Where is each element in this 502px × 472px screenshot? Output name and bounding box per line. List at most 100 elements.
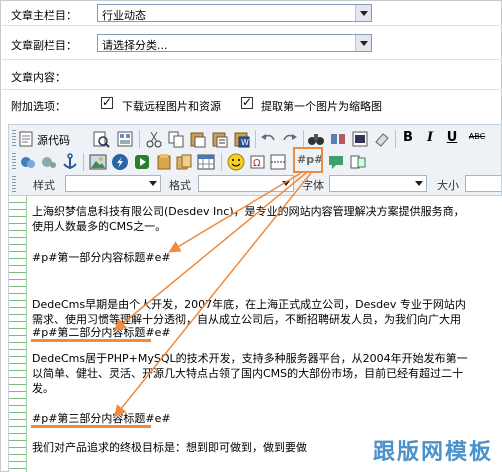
- section-heading-2: #p#第二部分内容标题#e#: [32, 326, 171, 339]
- content-row: 文章内容：: [2, 60, 502, 90]
- paragraph-3-line-1: DedeCms居于PHP+MySQL的技术开发，支持多种服务器平台，从2004年…: [32, 352, 468, 365]
- cut-icon: [146, 131, 162, 148]
- strikethrough-button[interactable]: ABC: [465, 132, 489, 150]
- toolbar-grip: [12, 130, 16, 148]
- style-label: 样式: [33, 179, 55, 192]
- paste-text-button[interactable]: [211, 130, 229, 148]
- paragraph-3-line-2: 以简单、健壮、灵活、开源几大特点占领了国内CMS的大部份市场，目前已经有超过二十: [32, 367, 464, 380]
- watermark-logo: 跟版网模板: [372, 440, 493, 465]
- size-select[interactable]: [465, 175, 501, 192]
- toolbar-separator: [83, 153, 84, 171]
- toolbar-row-2: Ω #p#: [9, 150, 502, 174]
- multi-image-button[interactable]: [175, 153, 193, 171]
- templates-button[interactable]: [116, 130, 134, 148]
- special-char-button[interactable]: Ω: [249, 153, 267, 171]
- toolbar-separator: [303, 130, 304, 148]
- chevron-down-icon: [355, 5, 371, 21]
- paste-button[interactable]: [189, 130, 207, 148]
- main-column-select[interactable]: 行业动态: [97, 4, 372, 22]
- options-row: 附加选项： 下载远程图片和资源 提取第一个图片为缩略图: [2, 90, 502, 120]
- smiley-button[interactable]: [227, 153, 245, 171]
- select-all-button[interactable]: [351, 130, 369, 148]
- paste-text-icon: [212, 132, 228, 148]
- flash-button[interactable]: [111, 153, 129, 171]
- remove-format-button[interactable]: [373, 130, 391, 148]
- main-column-label: 文章主栏目：: [11, 9, 77, 22]
- code-button[interactable]: [349, 153, 367, 171]
- paragraph-4-line-1: 我们对产品追求的终极目标是：想到即可做到，做到要做: [32, 441, 307, 454]
- link-icon: [21, 157, 35, 168]
- svg-text:W: W: [241, 138, 249, 147]
- source-button[interactable]: 源代码: [19, 130, 77, 148]
- cut-button[interactable]: [145, 130, 163, 148]
- chevron-down-icon: [355, 35, 371, 51]
- undo-icon: [261, 134, 275, 141]
- attachment-icon: [157, 154, 171, 170]
- redo-button[interactable]: [281, 130, 299, 148]
- image-button[interactable]: [89, 153, 107, 171]
- media-button[interactable]: [133, 153, 151, 171]
- page-break-marker-button[interactable]: [269, 153, 287, 171]
- templates-icon: [117, 131, 133, 147]
- sub-column-select[interactable]: 请选择分类...: [97, 34, 372, 52]
- media-icon: [135, 155, 149, 169]
- section-heading-1: #p#第一部分内容标题#e#: [32, 251, 171, 264]
- quote-button[interactable]: [327, 153, 345, 171]
- copy-button[interactable]: [167, 130, 185, 148]
- paste-word-icon: W: [234, 132, 250, 148]
- extract-thumbnail-checkbox[interactable]: [241, 95, 253, 109]
- paragraph-1-line-2: 使用人数最多的CMS之一。: [32, 220, 167, 233]
- chevron-down-icon: [279, 176, 293, 191]
- toolbar-row-3: 样式 格式 字体 大小: [9, 173, 502, 197]
- size-label: 大小: [437, 179, 459, 192]
- page-break-icon: [270, 154, 286, 170]
- image-icon: [89, 154, 107, 170]
- preview-button[interactable]: [92, 130, 110, 148]
- flash-icon: [112, 154, 128, 170]
- font-select[interactable]: [329, 175, 427, 192]
- sub-column-row: 文章副栏目： 请选择分类...: [2, 26, 502, 60]
- editor-window: 文章主栏目： 行业动态 文章副栏目： 请选择分类... 文章内容： 附加选项： …: [0, 0, 502, 472]
- italic-button[interactable]: I: [421, 130, 439, 148]
- replace-button[interactable]: [329, 130, 347, 148]
- editor-content-area[interactable]: 上海织梦信息科技有限公司(Desdev Inc)，是专业的网站内容管理解决方案提…: [8, 196, 502, 472]
- options-label: 附加选项：: [11, 100, 66, 113]
- anchor-button[interactable]: [61, 153, 79, 171]
- paragraph-1-line-1: 上海织梦信息科技有限公司(Desdev Inc)，是专业的网站内容管理解决方案提…: [32, 205, 465, 218]
- editor-toolbar: 源代码 W B I U ABC Ω #p# 样式 格式 字体 大小: [8, 124, 502, 196]
- paste-word-button[interactable]: W: [233, 130, 251, 148]
- link-button[interactable]: [19, 153, 37, 171]
- undo-button[interactable]: [259, 130, 277, 148]
- table-button[interactable]: [197, 153, 215, 171]
- underline-button[interactable]: U: [443, 130, 461, 148]
- attachment-button[interactable]: [155, 153, 173, 171]
- pagebreak-highlight-box: [293, 147, 323, 173]
- font-label: 字体: [302, 179, 324, 192]
- toolbar-separator: [395, 130, 396, 148]
- find-button[interactable]: [307, 130, 325, 148]
- source-icon: [19, 131, 33, 147]
- replace-icon: [331, 134, 345, 144]
- paragraph-2-line-1: DedeCms早期是由个人开发，2007年底，在上海正式成立公司，Desdev …: [32, 298, 466, 311]
- quote-icon: [329, 156, 343, 169]
- download-remote-checkbox[interactable]: [101, 95, 113, 109]
- chevron-down-icon: [412, 176, 426, 191]
- main-column-row: 文章主栏目： 行业动态: [2, 1, 502, 26]
- main-column-value: 行业动态: [102, 9, 146, 22]
- paste-icon: [190, 132, 206, 148]
- sub-column-label: 文章副栏目：: [11, 39, 77, 52]
- format-select[interactable]: [198, 175, 294, 192]
- select-all-icon: [352, 131, 368, 147]
- anchor-icon: [63, 153, 77, 169]
- toolbar-row-1: 源代码 W B I U ABC: [9, 127, 502, 151]
- section-heading-3: #p#第三部分内容标题#e#: [32, 412, 171, 425]
- content-label: 文章内容：: [11, 71, 66, 84]
- highlight-underline-3: [31, 425, 151, 428]
- special-char-icon: Ω: [250, 155, 265, 169]
- style-select[interactable]: [65, 175, 161, 192]
- format-label: 格式: [169, 179, 191, 192]
- bold-button[interactable]: B: [399, 130, 417, 148]
- toolbar-grip: [12, 176, 16, 194]
- sub-column-value: 请选择分类...: [102, 39, 168, 52]
- unlink-button[interactable]: [40, 153, 58, 171]
